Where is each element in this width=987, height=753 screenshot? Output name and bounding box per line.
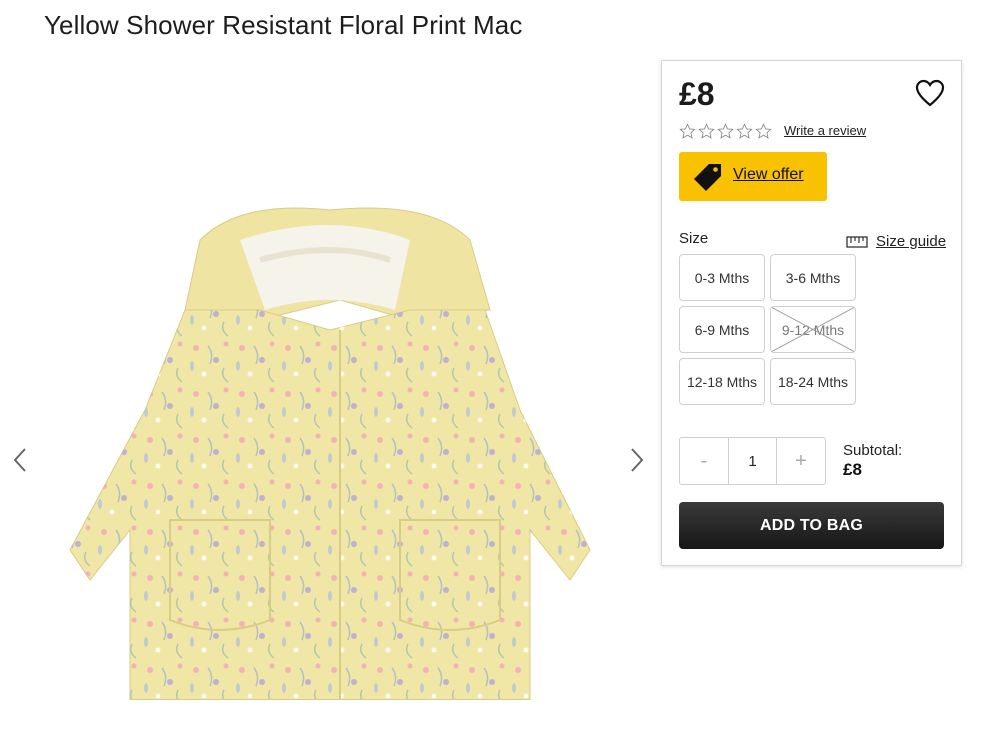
size-option-label: 18-24 Mths: [777, 373, 849, 390]
product-title: Yellow Shower Resistant Floral Print Mac: [44, 10, 523, 40]
quantity-value[interactable]: 1: [728, 438, 777, 484]
write-review-link[interactable]: Write a review: [784, 123, 866, 138]
star-icon: [736, 123, 753, 139]
size-option[interactable]: 3-6 Mths: [770, 254, 856, 301]
size-option-label: 0-3 Mths: [694, 269, 750, 286]
size-options: 0-3 Mths 3-6 Mths 6-9 Mths 9-12 Mths 12-…: [679, 254, 856, 405]
chevron-right-icon: [631, 448, 644, 472]
ruler-icon: [846, 235, 868, 248]
star-icon: [717, 123, 734, 139]
quantity-decrease-button[interactable]: -: [680, 438, 728, 484]
rating-stars: [679, 123, 772, 140]
size-guide-link[interactable]: Size guide: [846, 233, 946, 250]
size-label: Size: [679, 230, 709, 247]
size-option[interactable]: 12-18 Mths: [679, 358, 765, 405]
gallery-next-button[interactable]: [627, 445, 647, 475]
strikethrough-cross-icon: [771, 307, 855, 352]
quantity-increase-button[interactable]: +: [777, 438, 825, 484]
quantity-stepper: - 1 +: [679, 437, 826, 485]
product-gallery: [0, 60, 660, 753]
size-option-label: 12-18 Mths: [686, 373, 758, 390]
price-tag-icon: [694, 164, 721, 191]
star-icon: [755, 123, 772, 139]
product-image: [69, 207, 591, 700]
size-option[interactable]: 6-9 Mths: [679, 306, 765, 353]
wishlist-button[interactable]: [915, 79, 945, 107]
subtotal-value: £8: [843, 460, 862, 479]
subtotal-label: Subtotal:: [843, 442, 903, 459]
buy-box: £8 Write a review View offer Size Size g…: [661, 60, 962, 566]
size-guide-label: Size guide: [876, 233, 947, 250]
star-icon: [698, 123, 715, 139]
size-option[interactable]: 18-24 Mths: [770, 358, 856, 405]
size-option-out-of-stock[interactable]: 9-12 Mths: [770, 306, 856, 353]
star-icon: [679, 123, 696, 139]
gallery-prev-button[interactable]: [10, 445, 30, 475]
size-option-label: 6-9 Mths: [694, 321, 750, 338]
chevron-left-icon: [13, 448, 26, 472]
size-option-label: 3-6 Mths: [785, 269, 841, 286]
heart-icon: [915, 79, 945, 107]
add-to-bag-button[interactable]: ADD TO BAG: [679, 502, 944, 549]
size-option[interactable]: 0-3 Mths: [679, 254, 765, 301]
view-offer-button[interactable]: View offer: [679, 152, 827, 201]
view-offer-label: View offer: [733, 166, 804, 183]
product-price: £8: [679, 76, 715, 112]
